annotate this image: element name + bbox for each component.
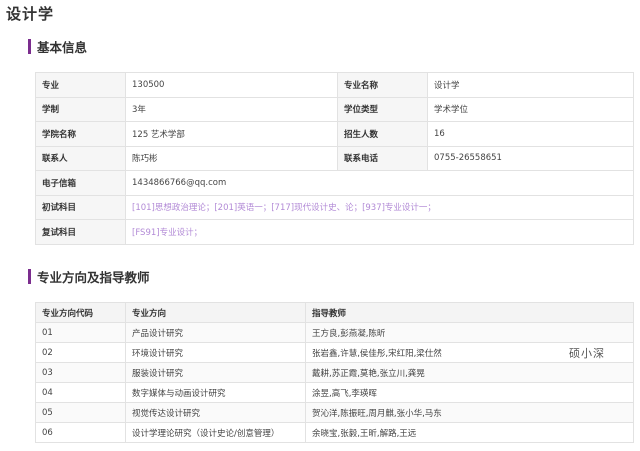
table-row: 复试科目 [FS91]专业设计； [35,219,634,245]
column-header-direction: 专业方向 [125,302,306,323]
field-label: 专业 [35,72,126,98]
table-row: 电子信箱 1434866766@qq.com [35,170,634,196]
field-label: 联系人 [35,145,126,171]
table-row: 初试科目 [101]思想政治理论；[201]英语一；[717]现代设计史、论；[… [35,194,634,220]
section-heading-basic-info: 基本信息 [28,38,88,55]
first-exam-label: 初试科目 [35,194,126,220]
direction-advisors: 贺沁洋,陈振旺,周月麒,张小华,马东 [305,402,634,423]
table-row: 专业 130500 专业名称 设计学 [35,72,634,98]
field-value: 125 艺术学部 [125,121,338,147]
first-exam-subjects-link[interactable]: [101]思想政治理论；[201]英语一；[717]现代设计史、论；[937]专… [125,194,634,220]
email-label: 电子信箱 [35,170,126,196]
field-value: 陈巧彬 [125,145,338,171]
field-value: 设计学 [427,72,634,98]
direction-code: 03 [35,362,126,383]
field-value: 16 [427,121,634,147]
basic-info-table: 专业 130500 专业名称 设计学 学制 3年 学位类型 学术学位 学院名称 … [35,72,634,245]
direction-name: 环境设计研究 [125,342,306,363]
field-label: 学院名称 [35,121,126,147]
column-header-advisors: 指导教师 [305,302,634,323]
section-accent-bar [28,268,31,284]
table-row: 联系人 陈巧彬 联系电话 0755-26558651 [35,145,634,171]
direction-advisors: 涂昱,高飞,李瑛晖 [305,382,634,403]
direction-name: 设计学理论研究（设计史论/创意管理） [125,422,306,443]
section-heading-label: 专业方向及指导教师 [37,269,150,285]
direction-advisors: 王方良,彭燕凝,陈昕 [305,322,634,343]
table-row: 03 服装设计研究 戴耕,苏正霞,莫艳,张立川,龚晃 [35,362,634,383]
section-heading-directions: 专业方向及指导教师 [28,268,150,285]
section-heading-label: 基本信息 [37,39,88,55]
second-exam-subjects-link[interactable]: [FS91]专业设计； [125,219,634,245]
field-value: 130500 [125,72,338,98]
field-value: 0755-26558651 [427,145,634,171]
second-exam-label: 复试科目 [35,219,126,245]
table-header-row: 专业方向代码 专业方向 指导教师 [35,302,634,323]
field-value: 3年 [125,96,338,122]
table-row: 04 数字媒体与动画设计研究 涂昱,高飞,李瑛晖 [35,382,634,403]
direction-advisors: 戴耕,苏正霞,莫艳,张立川,龚晃 [305,362,634,383]
page-title: 设计学 [6,5,55,23]
table-row: 02 环境设计研究 张岩鑫,许慧,侯佳彤,宋红阳,梁仕然 [35,342,634,363]
email-value: 1434866766@qq.com [125,170,634,196]
directions-table: 专业方向代码 专业方向 指导教师 01 产品设计研究 王方良,彭燕凝,陈昕 02… [35,302,634,443]
field-label: 学制 [35,96,126,122]
table-row: 学院名称 125 艺术学部 招生人数 16 [35,121,634,147]
direction-code: 02 [35,342,126,363]
field-label: 招生人数 [337,121,428,147]
table-row: 01 产品设计研究 王方良,彭燕凝,陈昕 [35,322,634,343]
table-row: 05 视觉传达设计研究 贺沁洋,陈振旺,周月麒,张小华,马东 [35,402,634,423]
field-label: 学位类型 [337,96,428,122]
section-accent-bar [28,38,31,54]
field-value: 学术学位 [427,96,634,122]
direction-code: 05 [35,402,126,423]
field-label: 联系电话 [337,145,428,171]
table-row: 06 设计学理论研究（设计史论/创意管理） 余晓宝,张毅,王昕,解路,王远 [35,422,634,443]
field-label: 专业名称 [337,72,428,98]
direction-code: 06 [35,422,126,443]
table-row: 学制 3年 学位类型 学术学位 [35,96,634,122]
direction-code: 04 [35,382,126,403]
direction-name: 数字媒体与动画设计研究 [125,382,306,403]
column-header-code: 专业方向代码 [35,302,126,323]
direction-name: 服装设计研究 [125,362,306,383]
direction-advisors: 余晓宝,张毅,王昕,解路,王远 [305,422,634,443]
direction-name: 视觉传达设计研究 [125,402,306,423]
direction-code: 01 [35,322,126,343]
watermark: 硕小深 [569,347,605,360]
direction-name: 产品设计研究 [125,322,306,343]
